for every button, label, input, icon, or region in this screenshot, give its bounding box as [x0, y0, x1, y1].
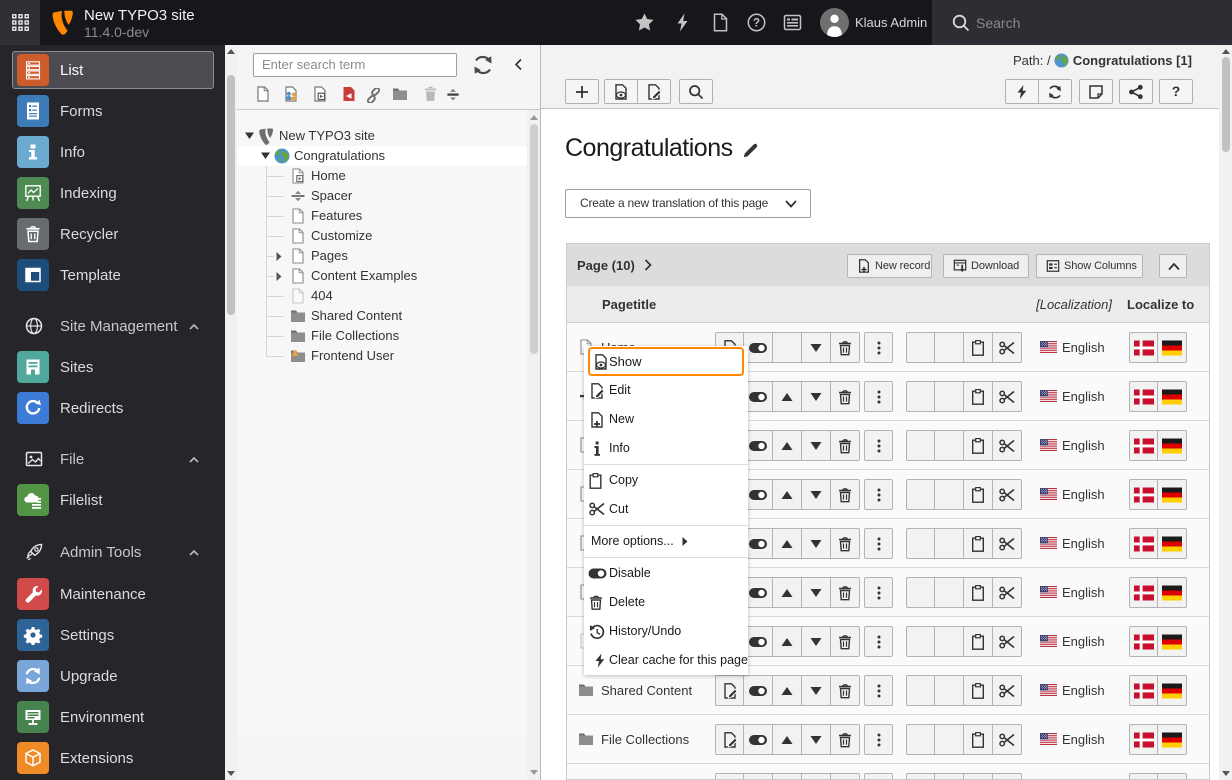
svg-text:?: ?	[753, 18, 760, 30]
